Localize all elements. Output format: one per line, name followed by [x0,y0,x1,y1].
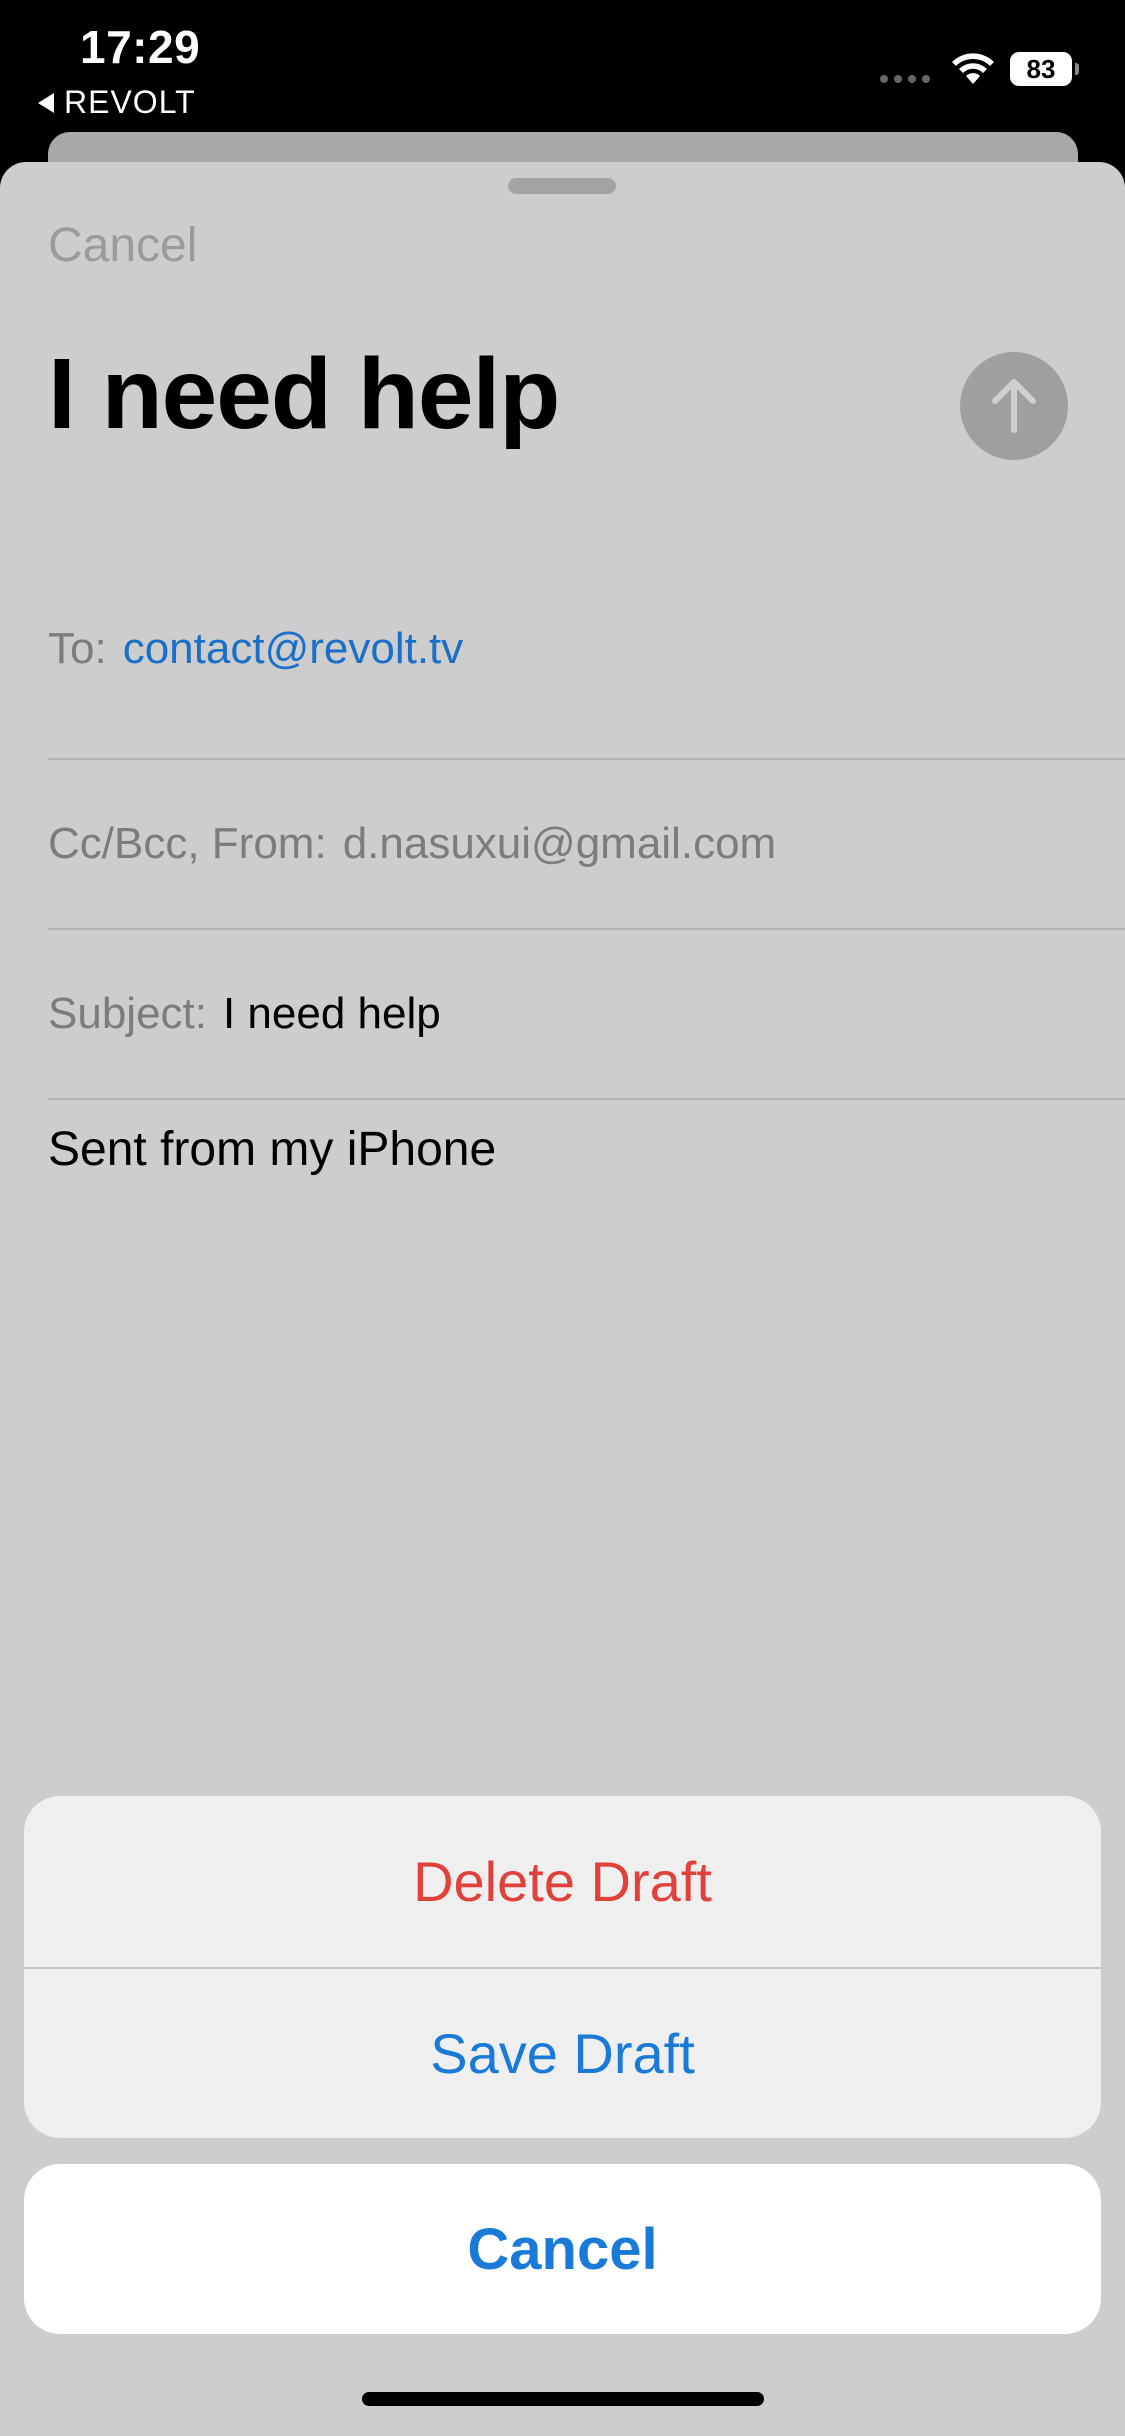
status-bar: 17:29 REVOLT 83 [0,0,1125,150]
wifi-icon [952,53,994,84]
battery-icon: 83 [1010,52,1079,86]
arrow-up-icon [992,379,1036,433]
back-app-label: REVOLT [64,84,196,120]
status-time: 17:29 [80,21,201,73]
message-body[interactable]: Sent from my iPhone [48,1122,496,1177]
action-sheet-cancel-button[interactable]: Cancel [24,2164,1101,2334]
home-indicator[interactable] [362,2392,764,2406]
from-address: d.nasuxui@gmail.com [342,819,777,868]
send-button[interactable] [960,352,1068,460]
subject-field[interactable]: Subject: I need help [48,930,1125,1100]
delete-draft-button[interactable]: Delete Draft [24,1796,1101,1967]
battery-level: 83 [1026,53,1056,84]
compose-title: I need help [48,338,560,450]
save-draft-button[interactable]: Save Draft [24,1967,1101,2138]
cc-label: Cc/Bcc, From: [48,819,327,868]
back-triangle-icon [38,92,54,113]
subject-value[interactable]: I need help [223,989,441,1039]
cc-bcc-from-field[interactable]: Cc/Bcc, From: d.nasuxui@gmail.com [48,760,1125,930]
to-label: To: [48,624,107,673]
cellular-signal-icon [880,75,930,83]
back-to-app-button[interactable]: REVOLT [38,84,196,121]
to-field[interactable]: To: contact@revolt.tv [48,590,1125,760]
subject-label: Subject: [48,989,207,1038]
action-sheet-group: Delete Draft Save Draft [24,1796,1101,2138]
to-recipient[interactable]: contact@revolt.tv [123,624,464,674]
sheet-grabber[interactable] [508,178,616,194]
compose-cancel-button[interactable]: Cancel [48,218,197,273]
